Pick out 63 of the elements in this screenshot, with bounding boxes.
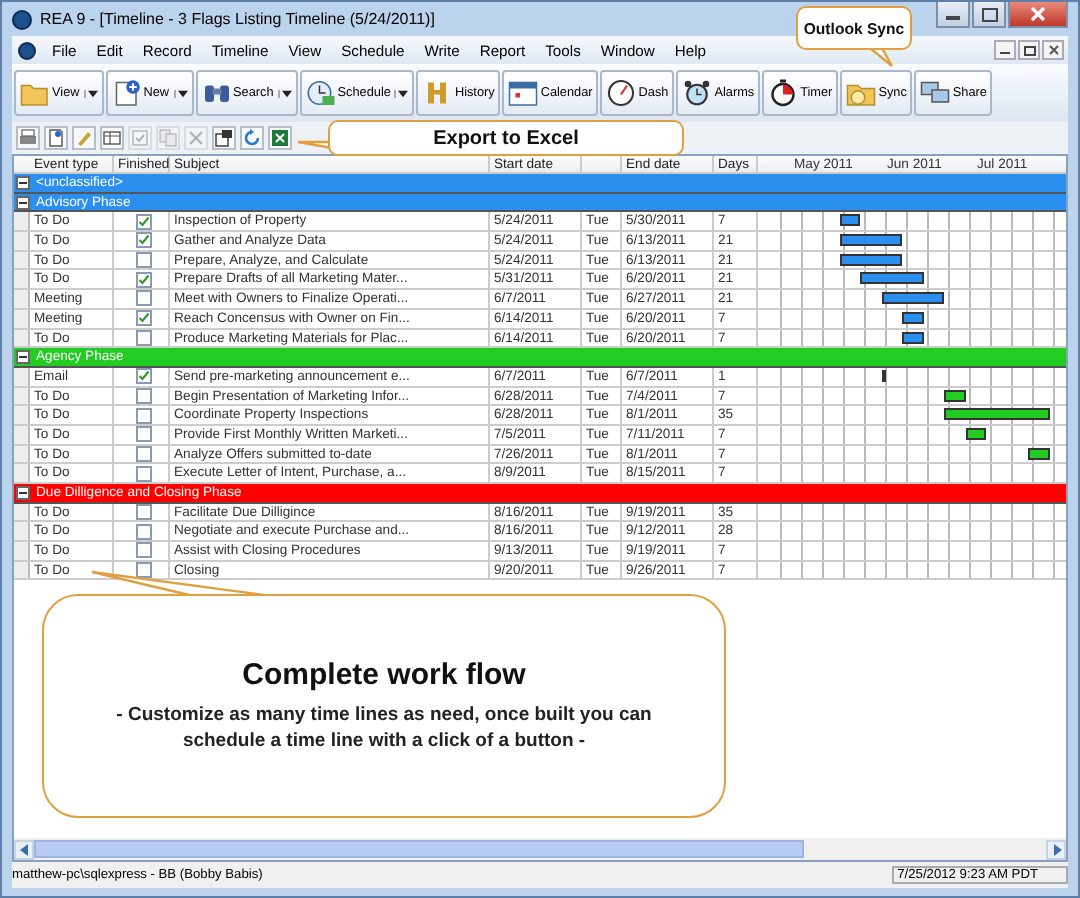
close-button[interactable] [1008, 2, 1068, 28]
collapse-icon[interactable] [16, 195, 30, 210]
checkbox[interactable] [135, 407, 151, 424]
close-button[interactable] [1042, 40, 1064, 60]
checkbox[interactable] [135, 290, 151, 307]
gantt-bar[interactable] [1028, 447, 1049, 460]
properties-icon[interactable] [212, 126, 236, 150]
window-title: REA 9 - [Timeline - 3 Flags Listing Timeline (5/24/2011)] [40, 10, 437, 28]
gantt-bar[interactable] [965, 427, 986, 440]
collapse-icon[interactable] [16, 350, 30, 365]
restore-icon [1023, 45, 1035, 55]
document-icon[interactable] [44, 126, 68, 150]
printer-icon[interactable] [16, 126, 40, 150]
checkbox[interactable] [135, 523, 151, 540]
gantt-bar[interactable] [944, 408, 1049, 421]
minimize-button[interactable] [936, 2, 970, 28]
checkbox[interactable] [135, 213, 151, 230]
scroll-right-button[interactable] [1046, 839, 1066, 859]
collapse-icon[interactable] [16, 175, 30, 190]
gantt-bar[interactable] [839, 253, 902, 266]
callout-title: Complete work flow [242, 657, 526, 692]
callout-text: Export to Excel [433, 127, 579, 149]
stopwatch-icon [768, 78, 799, 108]
maximize-icon [981, 7, 997, 21]
calendar-icon [508, 78, 539, 108]
checkbox[interactable] [135, 542, 151, 559]
checkbox[interactable] [135, 310, 151, 327]
callout-text: - Customize as many time lines as need, once built you can schedule a time line with a click of a button - [114, 703, 654, 755]
minimize-icon [946, 16, 960, 20]
scrollbar-thumb[interactable] [34, 840, 804, 858]
gantt-bar[interactable] [860, 272, 923, 285]
gantt-bar[interactable] [839, 214, 860, 227]
document-plus-icon [111, 78, 142, 108]
checkbox[interactable] [135, 252, 151, 269]
maximize-button[interactable] [972, 2, 1006, 28]
alarm-clock-icon [682, 78, 713, 108]
checkbox[interactable] [135, 232, 151, 249]
close-icon [1047, 44, 1059, 56]
checkbox[interactable] [135, 426, 151, 443]
minimize-icon [1000, 52, 1010, 54]
checkbox[interactable] [135, 271, 151, 288]
checkbox[interactable] [135, 368, 151, 385]
checkbox[interactable] [135, 465, 151, 482]
gantt-bar[interactable] [839, 234, 902, 247]
gauge-icon [606, 78, 637, 108]
arrow-right-icon [1051, 843, 1061, 855]
checkbox[interactable] [135, 504, 151, 521]
gantt-bar[interactable] [944, 389, 965, 402]
checkbox[interactable] [135, 562, 151, 579]
refresh-icon[interactable] [240, 126, 264, 150]
clock-icon [305, 78, 336, 108]
table-icon[interactable] [100, 126, 124, 150]
gantt-bar[interactable] [902, 311, 923, 324]
close-icon [1030, 6, 1046, 22]
monitors-icon [920, 78, 951, 108]
collapse-icon[interactable] [16, 485, 30, 500]
minimize-button[interactable] [994, 40, 1016, 60]
restore-button[interactable] [1018, 40, 1040, 60]
gantt-bar[interactable] [881, 292, 944, 305]
spreadsheet-icon[interactable] [268, 126, 292, 150]
arrow-left-icon [19, 843, 29, 855]
gantt-bar[interactable] [902, 331, 923, 343]
scroll-left-button[interactable] [14, 839, 34, 859]
